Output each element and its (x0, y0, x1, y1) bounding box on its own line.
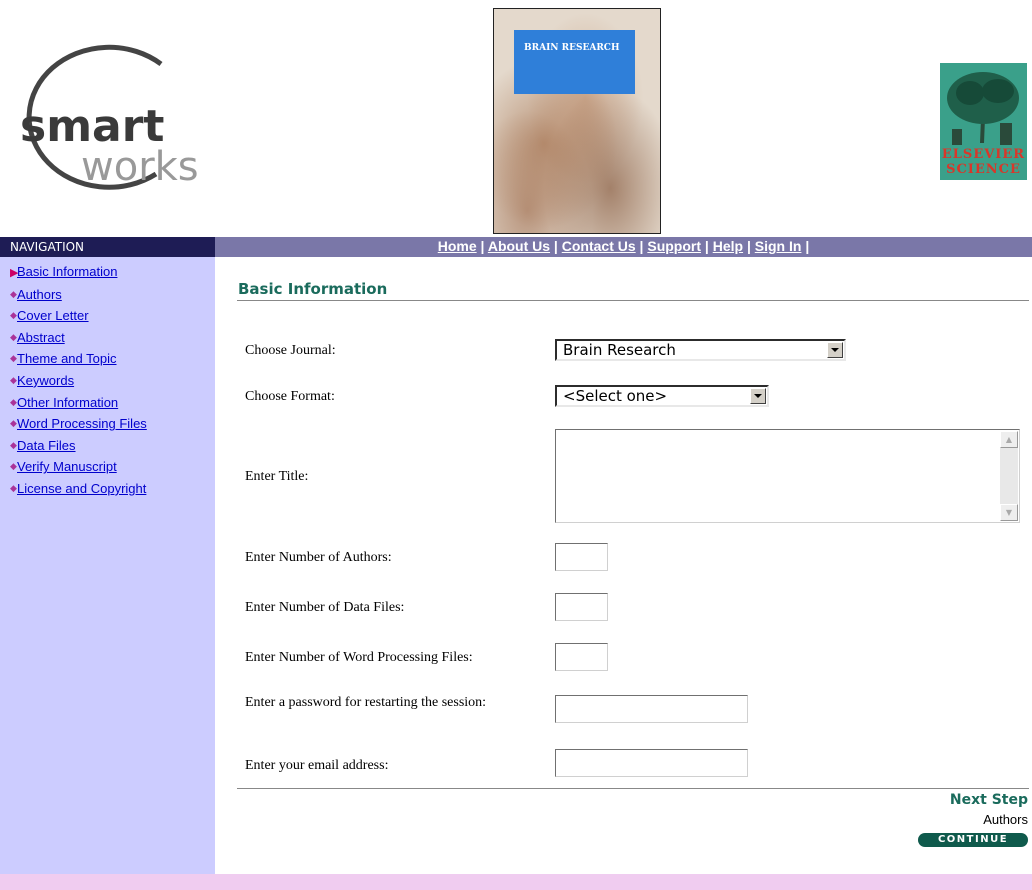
current-arrow-icon: ▶ (10, 267, 19, 279)
sidebar-item-basic-information: ▶Basic Information (10, 262, 215, 284)
scroll-up-icon[interactable]: ▲ (1000, 431, 1018, 448)
email-input[interactable] (555, 749, 748, 777)
bullet-icon: ◆ (10, 310, 17, 321)
navigation-label: NAVIGATION (0, 237, 215, 257)
sidebar-link-word-processing-files[interactable]: Word Processing Files (17, 416, 147, 431)
home-link[interactable]: Home (438, 238, 477, 254)
num-wp-files-input[interactable] (555, 643, 608, 671)
sidebar: ▶Basic Information ◆Authors ◆Cover Lette… (0, 257, 215, 874)
form-bottom-divider (237, 788, 1029, 789)
sidebar-item-word-processing-files: ◆Word Processing Files (10, 413, 215, 435)
sidebar-item-authors: ◆Authors (10, 284, 215, 306)
bullet-icon: ◆ (10, 331, 17, 342)
sidebar-item-keywords: ◆Keywords (10, 370, 215, 392)
page-title: Basic Information (238, 280, 388, 298)
about-us-link[interactable]: About Us (488, 238, 550, 254)
science-text: SCIENCE (946, 162, 1021, 177)
journal-select-value: Brain Research (563, 341, 676, 359)
journal-select[interactable]: Brain Research (555, 339, 846, 361)
title-textarea[interactable]: ▲ ▼ (555, 429, 1020, 523)
num-authors-label: Enter Number of Authors: (245, 550, 392, 565)
smartworks-logo: smart works (6, 44, 226, 194)
bullet-icon: ◆ (10, 374, 17, 385)
footer-bar (0, 874, 1032, 890)
sidebar-link-license-and-copyright[interactable]: License and Copyright (17, 481, 146, 496)
elsevier-science-logo: ELSEVIER SCIENCE (940, 63, 1027, 180)
sidebar-link-abstract[interactable]: Abstract (17, 330, 65, 345)
bullet-icon: ◆ (10, 461, 17, 472)
email-label: Enter your email address: (245, 758, 389, 773)
format-select-value: <Select one> (563, 387, 668, 405)
sidebar-item-verify-manuscript: ◆Verify Manuscript (10, 456, 215, 478)
format-label: Choose Format: (245, 389, 335, 404)
title-divider (237, 300, 1029, 301)
num-authors-input[interactable] (555, 543, 608, 571)
sidebar-link-verify-manuscript[interactable]: Verify Manuscript (17, 459, 117, 474)
bullet-icon: ◆ (10, 396, 17, 407)
sidebar-link-other-information[interactable]: Other Information (17, 395, 118, 410)
bullet-icon: ◆ (10, 482, 17, 493)
sidebar-link-keywords[interactable]: Keywords (17, 373, 74, 388)
sidebar-item-data-files: ◆Data Files (10, 435, 215, 457)
bullet-icon: ◆ (10, 353, 17, 364)
title-label: Enter Title: (245, 469, 309, 484)
sidebar-item-other-information: ◆Other Information (10, 392, 215, 414)
textarea-scrollbar[interactable]: ▲ ▼ (1000, 431, 1018, 521)
help-link[interactable]: Help (713, 238, 743, 254)
logo-word-works: works (81, 144, 199, 190)
num-data-files-input[interactable] (555, 593, 608, 621)
sidebar-link-basic-information[interactable]: Basic Information (17, 264, 117, 279)
sidebar-link-theme-and-topic[interactable]: Theme and Topic (17, 351, 117, 366)
format-select[interactable]: <Select one> (555, 385, 769, 407)
bullet-icon: ◆ (10, 418, 17, 429)
journal-label: Choose Journal: (245, 343, 336, 358)
bullet-icon: ◆ (10, 439, 17, 450)
password-input[interactable] (555, 695, 748, 723)
contact-us-link[interactable]: Contact Us (562, 238, 636, 254)
sidebar-link-data-files[interactable]: Data Files (17, 438, 76, 453)
bullet-icon: ◆ (10, 288, 17, 299)
support-link[interactable]: Support (647, 238, 701, 254)
next-step-label: Next Step (949, 792, 1028, 808)
journal-cover-image: BRAIN RESEARCH (493, 8, 661, 234)
chevron-down-icon[interactable] (750, 388, 766, 404)
top-links: Home | About Us | Contact Us | Support |… (437, 238, 810, 254)
sign-in-link[interactable]: Sign In (755, 238, 802, 254)
cover-title: BRAIN RESEARCH (524, 43, 620, 53)
num-wp-files-label: Enter Number of Word Processing Files: (245, 650, 473, 665)
sidebar-item-license-and-copyright: ◆License and Copyright (10, 478, 215, 500)
chevron-down-icon[interactable] (827, 342, 843, 358)
scroll-down-icon[interactable]: ▼ (1000, 504, 1018, 521)
continue-button[interactable]: CONTINUE (918, 833, 1028, 847)
elsevier-text: ELSEVIER (941, 147, 1026, 162)
next-step-target: Authors (983, 812, 1028, 827)
sidebar-item-cover-letter: ◆Cover Letter (10, 305, 215, 327)
sidebar-item-theme-and-topic: ◆Theme and Topic (10, 348, 215, 370)
sidebar-item-abstract: ◆Abstract (10, 327, 215, 349)
num-data-files-label: Enter Number of Data Files: (245, 600, 405, 615)
password-label: Enter a password for restarting the sess… (245, 695, 487, 710)
sidebar-link-authors[interactable]: Authors (17, 287, 62, 302)
top-nav-bar: NAVIGATION Home | About Us | Contact Us … (0, 237, 1032, 257)
sidebar-link-cover-letter[interactable]: Cover Letter (17, 308, 89, 323)
